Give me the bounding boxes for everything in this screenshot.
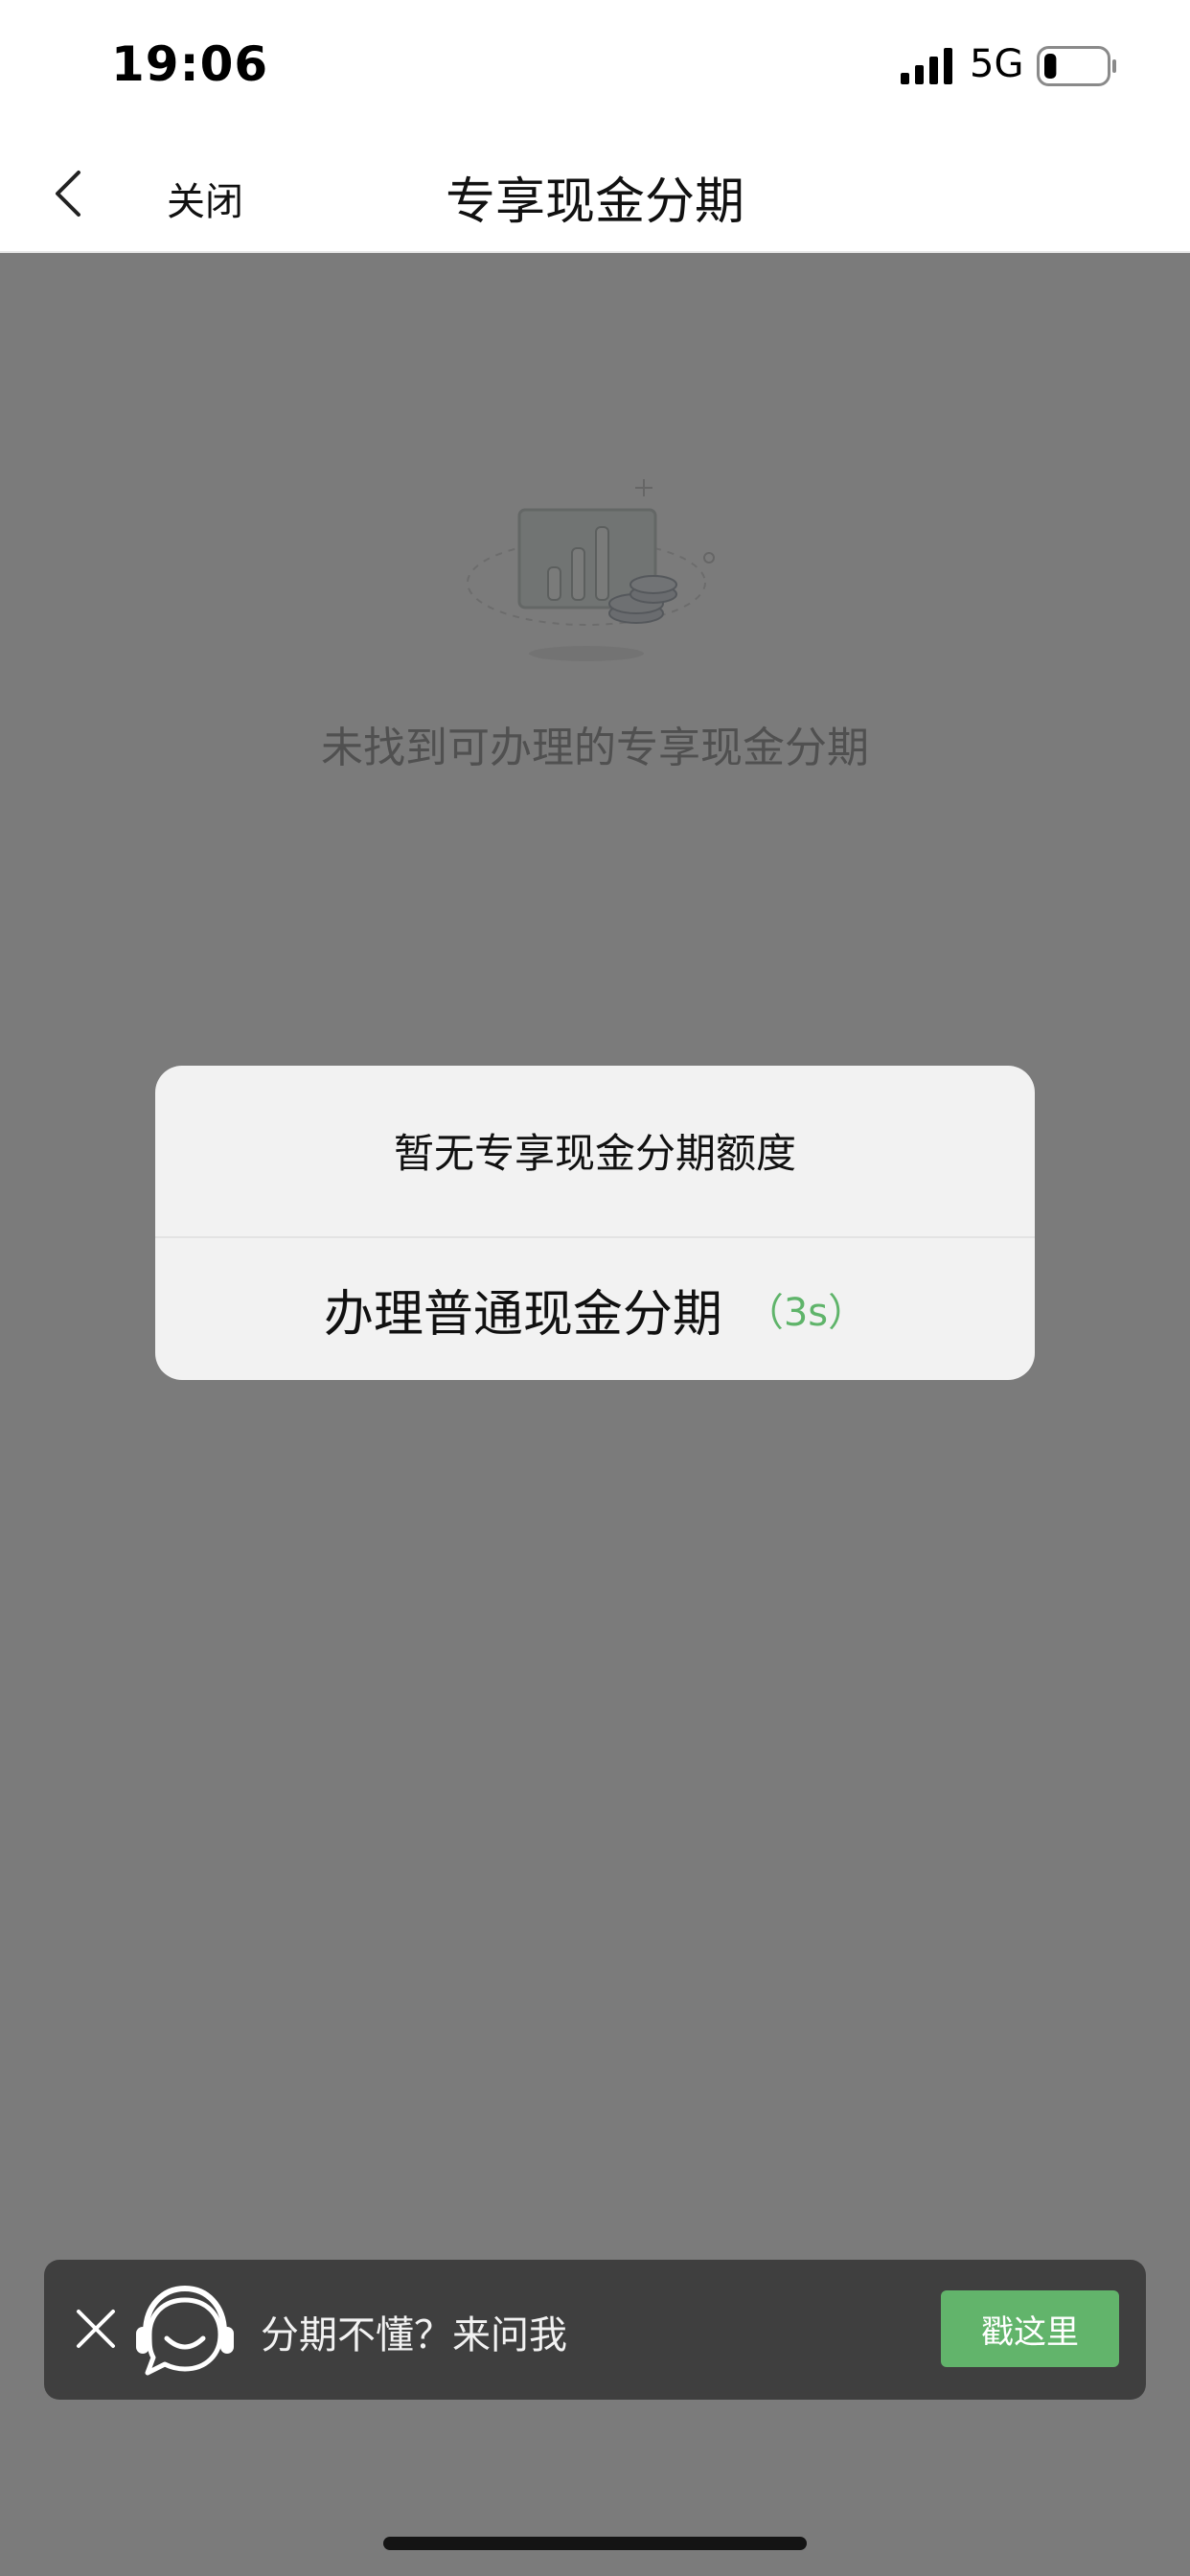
help-banner: 分期不懂？来问我 戳这里 bbox=[44, 2260, 1146, 2400]
help-text: 分期不懂？来问我 bbox=[261, 2313, 567, 2358]
tap-here-button[interactable]: 戳这里 bbox=[941, 2290, 1119, 2367]
status-bar: 19:06 5G bbox=[0, 0, 1190, 134]
battery-icon bbox=[1037, 46, 1116, 86]
customer-service-icon bbox=[136, 2285, 234, 2376]
modal-overlay[interactable] bbox=[0, 253, 1190, 2576]
status-time: 19:06 bbox=[111, 36, 269, 92]
signal-icon bbox=[901, 48, 952, 84]
close-icon[interactable] bbox=[69, 2302, 123, 2356]
network-label: 5G bbox=[970, 42, 1024, 86]
home-indicator bbox=[383, 2537, 807, 2550]
dialog-action-label: 办理普通现金分期 bbox=[323, 1285, 722, 1344]
page-title: 专享现金分期 bbox=[445, 173, 744, 231]
countdown-label: （3s） bbox=[744, 1291, 867, 1335]
dialog-title: 暂无专享现金分期额度 bbox=[393, 1130, 796, 1177]
apply-cash-installment-button[interactable]: 办理普通现金分期 （3s） bbox=[155, 1238, 1035, 1380]
dialog: 暂无专享现金分期额度 办理普通现金分期 （3s） bbox=[155, 1066, 1035, 1380]
nav-bar: 关闭 专享现金分期 bbox=[0, 134, 1190, 253]
